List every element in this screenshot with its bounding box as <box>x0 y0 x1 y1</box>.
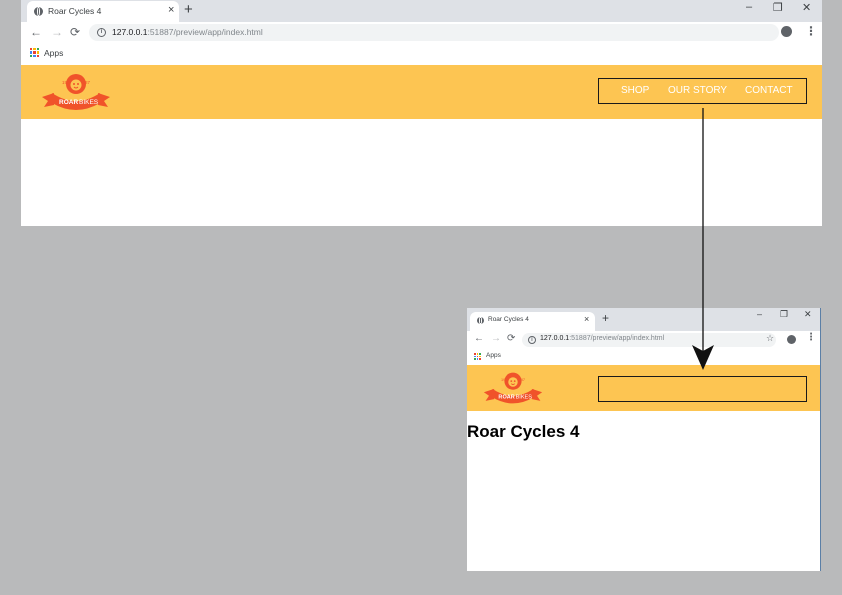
annotation-arrow <box>692 108 714 370</box>
